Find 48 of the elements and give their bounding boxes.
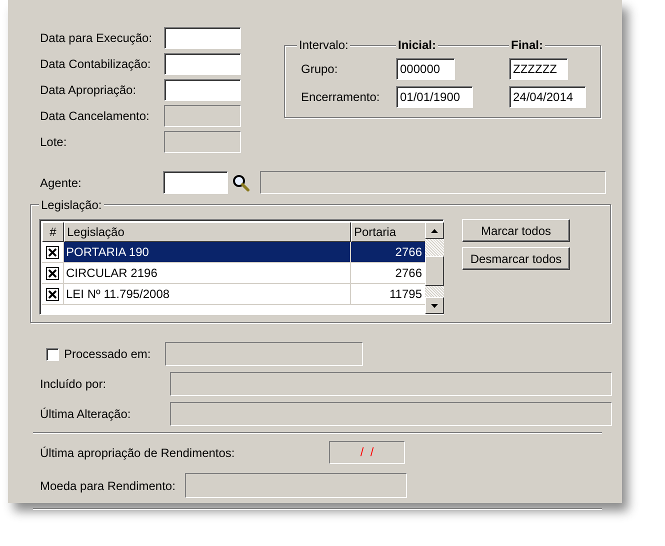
- column-header[interactable]: #: [42, 222, 64, 242]
- down-arrow-icon: [431, 304, 438, 308]
- field-label: Data para Execução:: [40, 30, 154, 47]
- group-legend: Legislação:: [39, 198, 104, 212]
- check-x-icon: [47, 246, 58, 258]
- field-label: Última apropriação de Rendimentos:: [40, 444, 236, 462]
- disabled-field: / /: [329, 441, 405, 464]
- table-cell[interactable]: PORTARIA 190: [64, 242, 351, 263]
- unmark-all-button[interactable]: Desmarcar todos: [462, 247, 570, 270]
- field-label: Moeda para Rendimento:: [40, 478, 176, 494]
- field-label: Lote:: [40, 134, 68, 151]
- check-x-icon: [47, 288, 58, 300]
- field-label: Agente:: [40, 174, 82, 192]
- group-legend: Intervalo:: [297, 38, 350, 52]
- field-label: Última Alteração:: [40, 406, 132, 423]
- table-cell[interactable]: 2766: [351, 242, 427, 263]
- field-label: Grupo:: [300, 61, 339, 78]
- column-header[interactable]: Legislação: [64, 222, 351, 242]
- column-heading: Inicial:: [396, 38, 438, 52]
- column-heading: Final:: [509, 38, 545, 52]
- checkbox[interactable]: [46, 348, 59, 360]
- input-field[interactable]: [164, 53, 241, 75]
- input-field[interactable]: 24/04/2014: [509, 86, 586, 108]
- table-cell[interactable]: LEI Nº 11.795/2008: [64, 284, 351, 305]
- scroll-up-button[interactable]: [425, 222, 444, 239]
- checkbox-label[interactable]: Processado em:: [64, 343, 165, 365]
- input-field[interactable]: 01/01/1900: [396, 86, 473, 108]
- input-field[interactable]: [163, 171, 228, 194]
- scroll-thumb[interactable]: [425, 256, 444, 286]
- checkbox[interactable]: [46, 288, 59, 300]
- input-field[interactable]: 000000: [396, 58, 455, 80]
- field-label: Data Cancelamento:: [40, 108, 150, 125]
- column-header[interactable]: Portaria: [351, 222, 427, 242]
- check-x-icon: [47, 268, 58, 278]
- field-label: Data Apropriação:: [40, 82, 138, 99]
- checkbox[interactable]: [46, 266, 59, 280]
- mark-all-button[interactable]: Marcar todos: [462, 219, 570, 242]
- checkbox[interactable]: [46, 246, 59, 258]
- field-label: Data Contabilização:: [40, 56, 152, 73]
- field-label: Encerramento:: [300, 89, 381, 106]
- input-field[interactable]: ZZZZZZ: [509, 58, 568, 80]
- up-arrow-icon: [431, 228, 438, 232]
- table-cell[interactable]: CIRCULAR 2196: [64, 263, 351, 284]
- scroll-down-button[interactable]: [425, 297, 444, 314]
- input-field[interactable]: [164, 79, 241, 101]
- search-icon[interactable]: [232, 174, 250, 192]
- input-field[interactable]: [164, 27, 241, 49]
- field-label: Incluído por:: [40, 376, 108, 393]
